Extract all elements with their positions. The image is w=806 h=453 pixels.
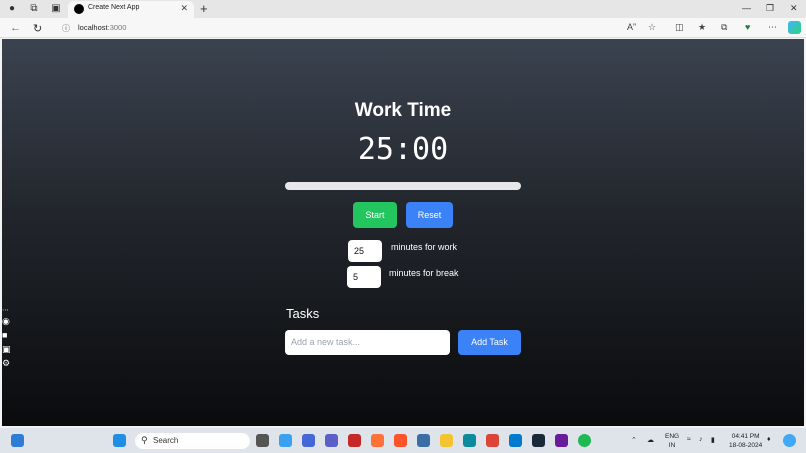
page-viewport xyxy=(2,39,804,426)
site-info-icon[interactable]: ⓘ xyxy=(62,23,70,34)
firefox-icon[interactable] xyxy=(371,434,384,447)
copilot-icon[interactable] xyxy=(788,21,801,34)
app-icon-4[interactable] xyxy=(417,434,430,447)
settings-gear-icon[interactable]: ⚙ xyxy=(2,358,10,369)
browser-essentials-icon[interactable]: ♥ xyxy=(745,22,750,32)
os-taskbar: ⚲ Search ⌃ ☁ ENG IN ≈ ♪ ▮ 04:41 PM 18-08… xyxy=(0,428,806,453)
brave-icon[interactable] xyxy=(394,434,407,447)
app-icon-2[interactable] xyxy=(302,434,315,447)
favorite-star-icon[interactable]: ☆ xyxy=(648,22,656,33)
task-view-icon[interactable] xyxy=(256,434,269,447)
favorites-icon[interactable]: ★ xyxy=(698,22,706,33)
app-icon-5[interactable] xyxy=(555,434,568,447)
url-field[interactable]: ⓘ localhost:3000 xyxy=(54,20,664,36)
timer-countdown: 25:00 xyxy=(357,132,449,167)
chrome-icon[interactable] xyxy=(486,434,499,447)
nextjs-favicon-icon xyxy=(74,4,84,14)
break-minutes-input[interactable]: 5 xyxy=(347,266,381,288)
address-bar-row: ← ↻ ⓘ localhost:3000 A” ☆ ◫ ★ ⧉ ♥ ⋯ xyxy=(0,18,806,38)
wifi-icon[interactable]: ≈ xyxy=(687,436,691,443)
tab-title: Create Next App xyxy=(88,4,140,11)
taskbar-clock[interactable]: 04:41 PM 18-08-2024 xyxy=(729,432,762,450)
volume-icon[interactable]: ♪ xyxy=(699,436,703,443)
folder-icon[interactable]: ▣ xyxy=(2,344,11,355)
file-explorer-icon[interactable] xyxy=(440,434,453,447)
onedrive-icon[interactable]: ☁ xyxy=(647,436,654,444)
taskbar-search[interactable]: ⚲ Search xyxy=(135,433,250,449)
split-screen-icon[interactable]: ◫ xyxy=(675,22,684,33)
url-text: localhost:3000 xyxy=(78,23,127,32)
close-tab-icon[interactable]: ✕ xyxy=(180,3,188,14)
app-icon-3[interactable] xyxy=(348,434,361,447)
tasks-heading: Tasks xyxy=(286,306,320,321)
camera-icon[interactable]: ◉ xyxy=(2,316,10,327)
reset-button[interactable]: Reset xyxy=(406,202,453,228)
browser-tab[interactable]: Create Next App ✕ xyxy=(68,1,194,18)
copilot-taskbar-icon[interactable] xyxy=(783,434,796,447)
tray-overflow-icon[interactable]: ⌃ xyxy=(631,436,637,444)
vscode-icon[interactable] xyxy=(509,434,522,447)
more-menu-icon[interactable]: ⋯ xyxy=(768,22,777,33)
refresh-icon[interactable]: ↻ xyxy=(33,22,42,35)
work-minutes-input[interactable]: 25 xyxy=(348,240,382,262)
edge-icon[interactable] xyxy=(463,434,476,447)
side-toolbar: ⋯ ◉ ■ ▣ ⚙ xyxy=(0,306,14,372)
toolbar-handle-icon[interactable]: ⋯ xyxy=(2,306,9,314)
language-indicator[interactable]: ENG IN xyxy=(665,432,679,450)
add-task-button[interactable]: Add Task xyxy=(458,330,521,355)
steam-icon[interactable] xyxy=(532,434,545,447)
restore-icon[interactable]: ❐ xyxy=(766,3,774,14)
teams-icon[interactable] xyxy=(325,434,338,447)
collections-icon[interactable]: ⧉ xyxy=(721,22,727,33)
search-icon: ⚲ xyxy=(141,435,148,445)
break-minutes-label: minutes for break xyxy=(389,268,459,278)
start-menu-icon[interactable] xyxy=(113,434,126,447)
app-icon-1[interactable] xyxy=(279,434,292,447)
new-task-input[interactable]: Add a new task... xyxy=(285,330,450,355)
search-placeholder: Search xyxy=(153,436,179,445)
workspaces-icon[interactable]: ⧉ xyxy=(28,3,40,15)
start-button[interactable]: Start xyxy=(353,202,397,228)
widgets-icon[interactable] xyxy=(11,434,24,447)
tab-strip: ● ⧉ ▣ Create Next App ✕ + — ❐ ✕ xyxy=(0,0,806,18)
work-minutes-label: minutes for work xyxy=(391,242,458,252)
notification-bell-icon[interactable]: ♦ xyxy=(767,436,771,443)
tab-actions-icon[interactable]: ▣ xyxy=(50,3,62,15)
timer-mode-title: Work Time xyxy=(354,100,452,121)
timer-progress-bar xyxy=(285,182,521,190)
video-icon[interactable]: ■ xyxy=(2,330,7,340)
spotify-icon[interactable] xyxy=(578,434,591,447)
close-window-icon[interactable]: ✕ xyxy=(790,3,798,14)
minimize-icon[interactable]: — xyxy=(742,3,751,13)
read-aloud-icon[interactable]: A” xyxy=(627,22,636,32)
profile-icon[interactable]: ● xyxy=(6,3,18,15)
new-tab-icon[interactable]: + xyxy=(200,1,208,16)
battery-icon[interactable]: ▮ xyxy=(711,436,715,444)
back-icon[interactable]: ← xyxy=(10,22,21,34)
